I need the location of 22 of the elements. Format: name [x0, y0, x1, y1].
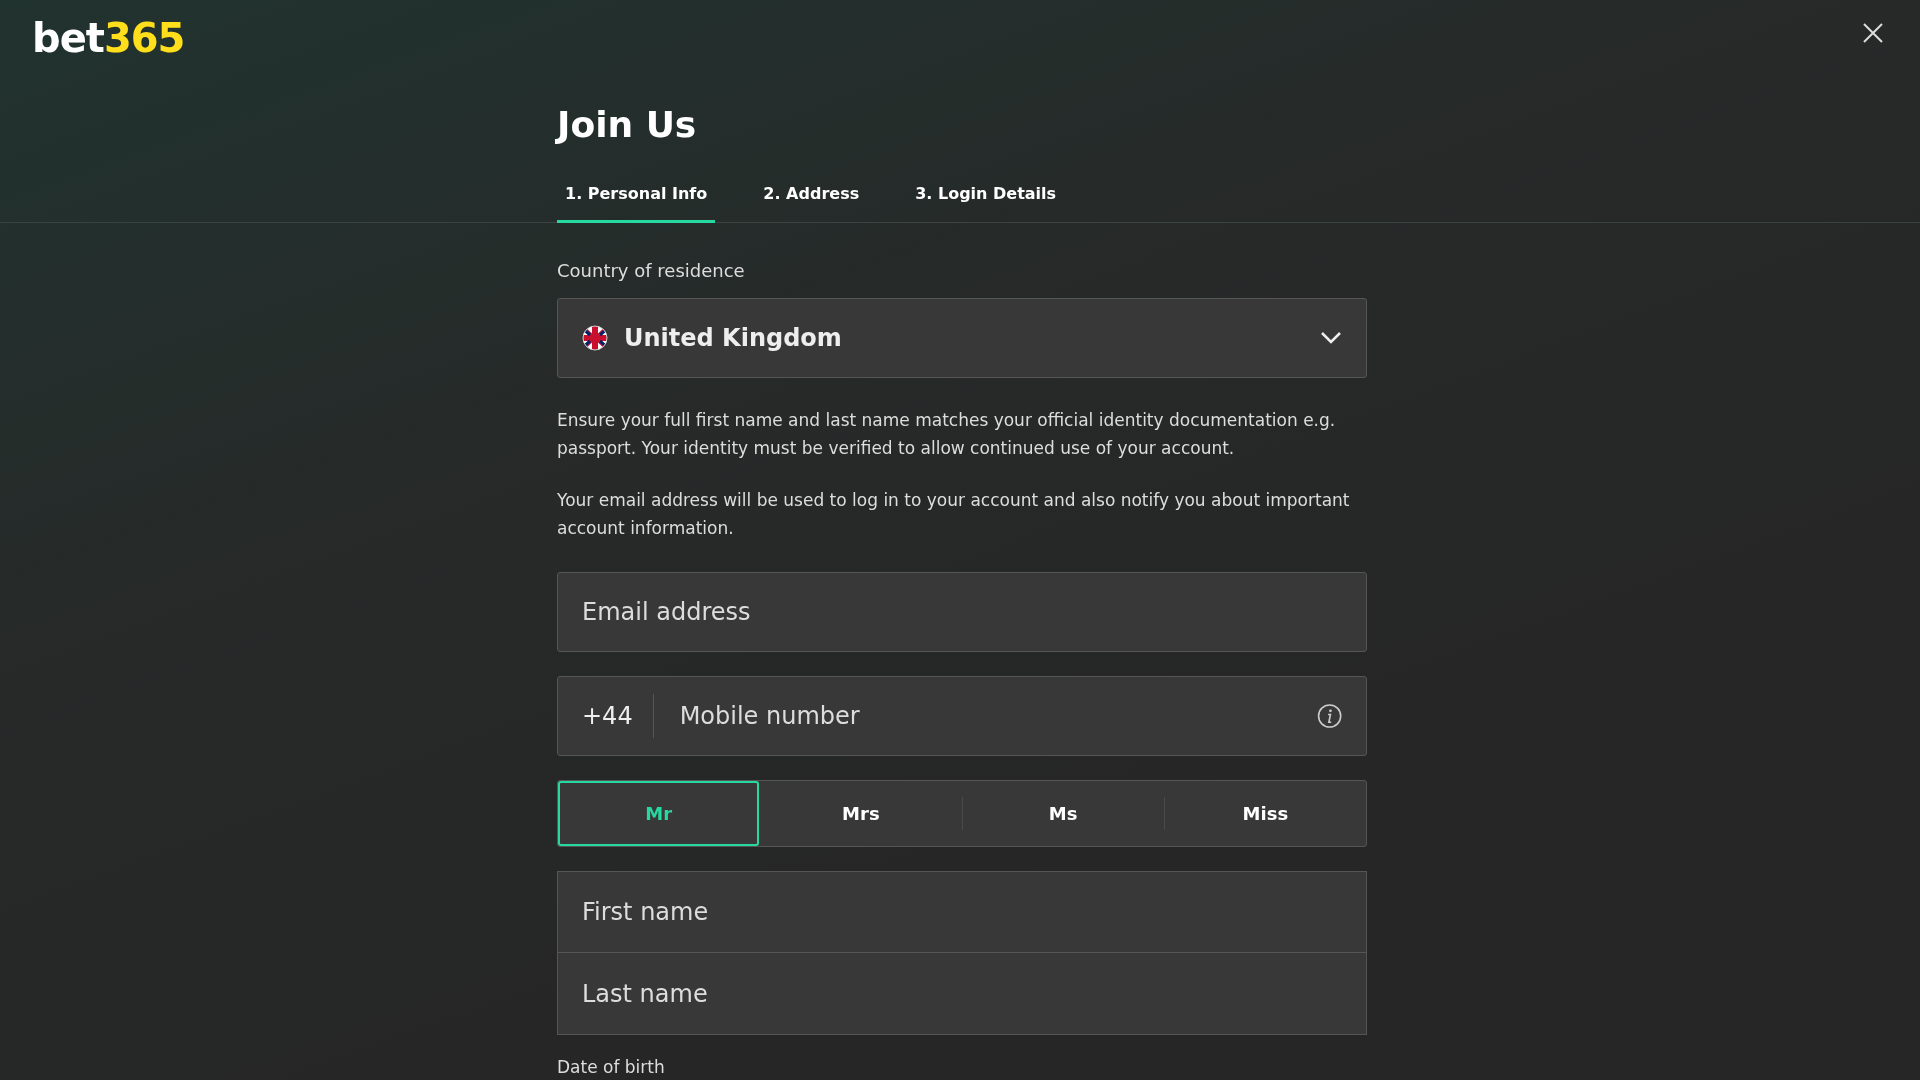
- country-code: +44: [558, 694, 654, 739]
- name-field[interactable]: Last name: [557, 953, 1367, 1036]
- step-tab[interactable]: 3. Login Details: [907, 176, 1065, 223]
- step-tab[interactable]: 2. Address: [755, 176, 868, 223]
- title-option[interactable]: Ms: [962, 781, 1164, 847]
- bet365-logo: bet365: [32, 18, 185, 58]
- page-title: Join Us: [557, 103, 698, 147]
- mobile-number-field[interactable]: Mobile number: [677, 677, 1317, 756]
- date-of-birth-label: Date of birth: [557, 1056, 666, 1080]
- step-tab[interactable]: 1. Personal Info: [557, 176, 716, 223]
- title-option[interactable]: Mr: [558, 781, 760, 847]
- email-field[interactable]: Email address: [557, 572, 1367, 653]
- mobile-field[interactable]: +44 Mobile number: [557, 676, 1367, 757]
- name-field[interactable]: First name: [557, 871, 1367, 954]
- country-select[interactable]: United Kingdom: [557, 298, 1367, 378]
- flag-icon: [582, 325, 608, 351]
- info-paragraph: Ensure your full first name and last name matches your official identity documentation e.g. passport. Your identity must be verified to allow continued use of your account.: [557, 409, 1337, 461]
- title-option[interactable]: Mrs: [760, 781, 962, 847]
- country-label: Country of residence: [557, 259, 746, 283]
- title-option[interactable]: Miss: [1164, 781, 1366, 847]
- chevron-down-icon: [1320, 331, 1342, 345]
- info-paragraph: Your email address will be used to log in to your account and also notify you about important account information.: [557, 489, 1351, 541]
